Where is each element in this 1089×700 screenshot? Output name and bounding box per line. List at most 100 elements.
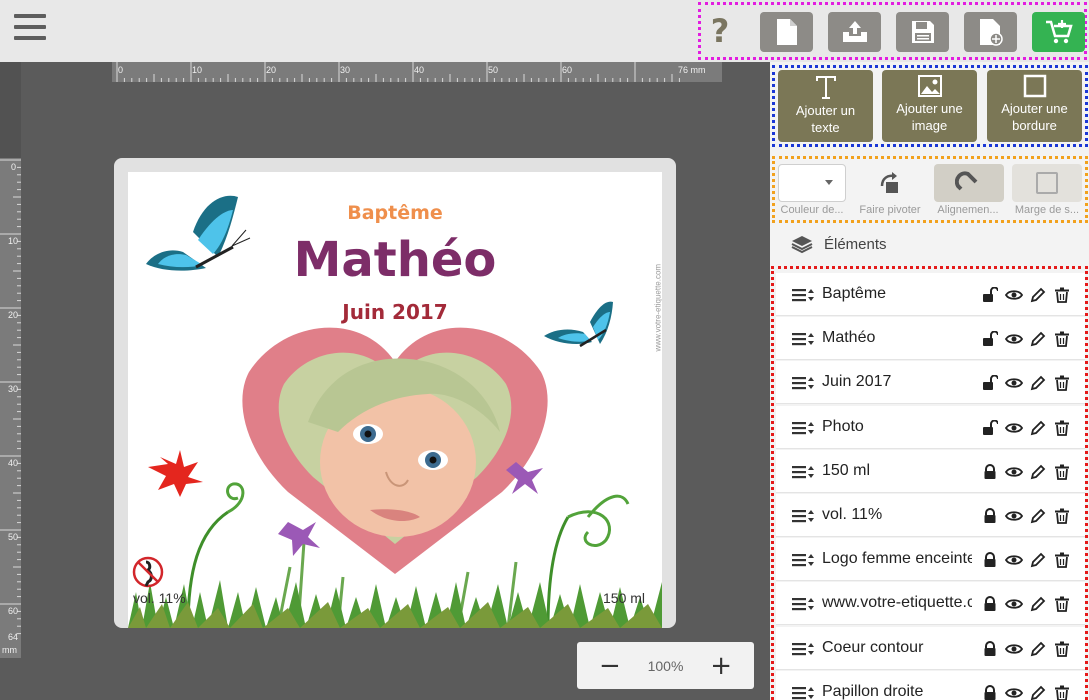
element-row[interactable]: www.votre-etiquette.com (776, 582, 1085, 626)
trash-icon[interactable] (1053, 507, 1071, 525)
save-button[interactable] (896, 12, 949, 52)
eye-icon[interactable] (1005, 640, 1023, 658)
ruler-tick-label: 40 (414, 65, 425, 75)
eye-icon[interactable] (1005, 330, 1023, 348)
eye-icon[interactable] (1005, 551, 1023, 569)
chevron-down-icon (825, 180, 833, 185)
add-page-button[interactable] (964, 12, 1017, 52)
trash-icon[interactable] (1053, 419, 1071, 437)
menu-icon[interactable] (14, 14, 46, 44)
border-icon (1023, 74, 1046, 98)
trash-icon[interactable] (1053, 595, 1071, 613)
color-select[interactable] (778, 164, 846, 202)
pencil-icon[interactable] (1029, 640, 1047, 658)
alignment-button[interactable] (934, 164, 1004, 202)
add-border-button[interactable]: Ajouter une bordure (987, 70, 1082, 142)
ruler-corner (0, 62, 21, 158)
label-name-text[interactable]: Mathéo (128, 232, 662, 288)
trash-icon[interactable] (1053, 374, 1071, 392)
rotate-label: Faire pivoter (859, 204, 921, 216)
document-icon (776, 19, 797, 45)
add-text-button[interactable]: Ajouter un texte (778, 70, 873, 142)
pencil-icon[interactable] (1029, 463, 1047, 481)
eye-icon[interactable] (1005, 684, 1023, 700)
element-row[interactable]: Papillon droite (776, 670, 1085, 700)
floppy-disk-icon (911, 21, 934, 43)
pencil-icon[interactable] (1029, 374, 1047, 392)
vertical-ruler: 0 10 20 30 40 50 60 64 mm (0, 158, 21, 658)
label-volume-text[interactable]: 150 ml (603, 590, 645, 606)
rotate-button[interactable] (855, 164, 925, 202)
drag-handle-icon[interactable] (792, 332, 814, 351)
drag-handle-icon[interactable] (792, 642, 814, 661)
ruler-tick-label: 10 (192, 65, 203, 75)
lock-open-icon[interactable] (981, 419, 999, 437)
lock-closed-icon[interactable] (981, 507, 999, 525)
label-title-text[interactable]: Baptême (128, 202, 662, 224)
eye-icon[interactable] (1005, 595, 1023, 613)
elements-title: Éléments (824, 235, 887, 253)
drag-handle-icon[interactable] (792, 376, 814, 395)
label-watermark-text[interactable]: www.votre-etiquette.com (654, 202, 663, 352)
drag-handle-icon[interactable] (792, 597, 814, 616)
trash-icon[interactable] (1053, 286, 1071, 304)
ruler-tick-label: 0 (11, 162, 17, 172)
element-row[interactable]: Logo femme enceinte (776, 538, 1085, 582)
add-border-label-2: bordure (1012, 118, 1057, 133)
rotate-icon (880, 172, 898, 193)
trash-icon[interactable] (1053, 640, 1071, 658)
label-date-text[interactable]: Juin 2017 (128, 300, 662, 324)
lock-open-icon[interactable] (981, 286, 999, 304)
drag-handle-icon[interactable] (792, 421, 814, 440)
element-row[interactable]: Mathéo (776, 317, 1085, 361)
element-row[interactable]: Baptême (776, 273, 1085, 316)
element-row[interactable]: 150 ml (776, 449, 1085, 493)
trash-icon[interactable] (1053, 463, 1071, 481)
eye-icon[interactable] (1005, 286, 1023, 304)
pencil-icon[interactable] (1029, 595, 1047, 613)
eye-icon[interactable] (1005, 374, 1023, 392)
add-image-button[interactable]: Ajouter une image (882, 70, 977, 142)
safety-margin-button[interactable] (1012, 164, 1082, 202)
drag-handle-icon[interactable] (792, 509, 814, 528)
trash-icon[interactable] (1053, 330, 1071, 348)
ruler-tick-label: 40 (8, 458, 19, 468)
zoom-out-button[interactable]: − (599, 653, 621, 679)
trash-icon[interactable] (1053, 684, 1071, 700)
trash-icon[interactable] (1053, 551, 1071, 569)
ruler-tick-label: 0 (118, 65, 124, 75)
pencil-icon[interactable] (1029, 551, 1047, 569)
element-row[interactable]: vol. 11% (776, 494, 1085, 537)
help-button[interactable]: ? (704, 10, 736, 52)
lock-closed-icon[interactable] (981, 551, 999, 569)
eye-icon[interactable] (1005, 419, 1023, 437)
drag-handle-icon[interactable] (792, 686, 814, 700)
element-name: Baptême (822, 285, 887, 302)
drag-handle-icon[interactable] (792, 553, 814, 572)
eye-icon[interactable] (1005, 463, 1023, 481)
drag-handle-icon[interactable] (792, 288, 814, 307)
element-row[interactable]: Coeur contour (776, 626, 1085, 670)
cart-button[interactable] (1032, 12, 1085, 52)
pencil-icon[interactable] (1029, 419, 1047, 437)
zoom-in-button[interactable]: + (710, 653, 732, 679)
lock-closed-icon[interactable] (981, 463, 999, 481)
pencil-icon[interactable] (1029, 286, 1047, 304)
lock-open-icon[interactable] (981, 330, 999, 348)
label-vol-text[interactable]: vol. 11% (133, 590, 186, 606)
lock-open-icon[interactable] (981, 374, 999, 392)
eye-icon[interactable] (1005, 507, 1023, 525)
lock-closed-icon[interactable] (981, 684, 999, 700)
drag-handle-icon[interactable] (792, 465, 814, 484)
export-button[interactable] (828, 12, 881, 52)
pencil-icon[interactable] (1029, 684, 1047, 700)
pencil-icon[interactable] (1029, 330, 1047, 348)
new-document-button[interactable] (760, 12, 813, 52)
lock-closed-icon[interactable] (981, 595, 999, 613)
element-row[interactable]: Photo (776, 405, 1085, 449)
pencil-icon[interactable] (1029, 507, 1047, 525)
lock-closed-icon[interactable] (981, 640, 999, 658)
element-name: Photo (822, 417, 864, 435)
label-design[interactable]: Baptême Mathéo Juin 2017 www.votre-etiqu… (128, 172, 662, 628)
element-row[interactable]: Juin 2017 (776, 361, 1085, 405)
